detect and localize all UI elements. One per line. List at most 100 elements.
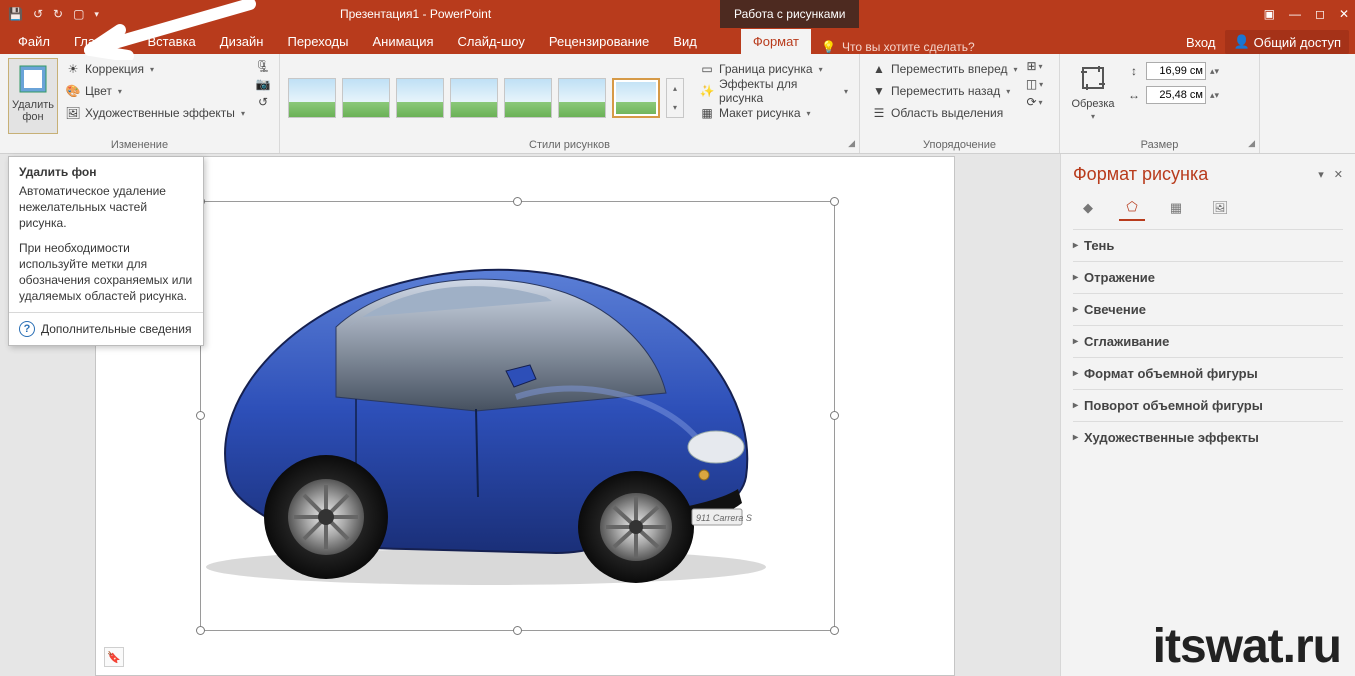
artistic-effects-button[interactable]: 🖼Художественные эффекты xyxy=(62,102,248,124)
corrections-icon: ☀ xyxy=(65,61,81,77)
width-input[interactable] xyxy=(1146,86,1206,104)
ribbon-options-icon[interactable]: ▣ xyxy=(1264,7,1275,21)
car-image[interactable]: 911 Carrera S xyxy=(156,197,796,597)
border-icon: ▭ xyxy=(699,61,715,77)
help-icon: ? xyxy=(19,321,35,337)
svg-text:911 Carrera S: 911 Carrera S xyxy=(696,513,752,523)
selection-pane-button[interactable]: ☰Область выделения xyxy=(868,102,1021,124)
crop-icon xyxy=(1075,60,1111,96)
styles-dialog-launcher[interactable]: ◢ xyxy=(848,138,855,149)
resize-handle[interactable] xyxy=(513,626,522,635)
accordion-item[interactable]: Поворот объемной фигуры xyxy=(1073,389,1343,421)
picture-effects-button[interactable]: ✨Эффекты для рисунка xyxy=(696,80,851,102)
pane-category-tabs: ◆ ⬠ ▦ 🖼 xyxy=(1075,195,1343,221)
tab-insert[interactable]: Вставка xyxy=(135,29,207,54)
tab-design[interactable]: Дизайн xyxy=(208,29,276,54)
height-input[interactable] xyxy=(1146,62,1206,80)
change-picture-icon[interactable]: 📷 xyxy=(255,76,271,92)
style-thumb[interactable] xyxy=(450,78,498,118)
window-title: Презентация1 - PowerPoint xyxy=(340,7,491,21)
picture-layout-button[interactable]: ▦Макет рисунка xyxy=(696,102,851,124)
style-thumb[interactable] xyxy=(612,78,660,118)
quick-access-toolbar: 💾 ↺ ↻ ▢ ▾ xyxy=(0,7,99,21)
save-icon[interactable]: 💾 xyxy=(8,7,23,21)
send-backward-button[interactable]: ▼Переместить назад xyxy=(868,80,1021,102)
tab-size-icon[interactable]: ▦ xyxy=(1163,195,1189,221)
rotate-button[interactable]: ⟳ xyxy=(1027,94,1043,110)
tab-view[interactable]: Вид xyxy=(661,29,709,54)
group-objects-button[interactable]: ◫ xyxy=(1027,76,1043,92)
gallery-more-button[interactable]: ▴▾ xyxy=(666,78,684,118)
compress-icon[interactable]: 🗜 xyxy=(255,58,271,74)
accordion-item[interactable]: Художественные эффекты xyxy=(1073,421,1343,453)
accordion-item[interactable]: Сглаживание xyxy=(1073,325,1343,357)
share-button[interactable]: 👤 Общий доступ xyxy=(1225,30,1349,54)
redo-icon[interactable]: ↻ xyxy=(53,7,63,21)
resize-handle[interactable] xyxy=(196,626,205,635)
height-icon: ↕ xyxy=(1126,63,1142,79)
crop-button[interactable]: Обрезка ▾ xyxy=(1068,58,1118,121)
layout-icon: ▦ xyxy=(699,105,715,121)
accordion-item[interactable]: Отражение xyxy=(1073,261,1343,293)
align-button[interactable]: ⊞ xyxy=(1027,58,1043,74)
remove-bg-tooltip: Удалить фон Автоматическое удаление неже… xyxy=(8,156,204,346)
corrections-button[interactable]: ☀Коррекция xyxy=(62,58,248,80)
format-picture-pane: Формат рисунка ▾✕ ◆ ⬠ ▦ 🖼 Тень Отражение… xyxy=(1060,154,1355,676)
slide-notes-icon[interactable]: 🔖 xyxy=(104,647,124,667)
style-thumb[interactable] xyxy=(288,78,336,118)
pane-close-icon[interactable]: ✕ xyxy=(1334,168,1343,181)
undo-icon[interactable]: ↺ xyxy=(33,7,43,21)
color-button[interactable]: 🎨Цвет xyxy=(62,80,248,102)
group-arrange-label: Упорядочение xyxy=(860,139,1059,151)
slide-canvas[interactable]: ⟳ xyxy=(95,156,955,676)
remove-background-button[interactable]: Удалить фон xyxy=(8,58,58,134)
watermark-text: itswat.ru xyxy=(1153,619,1341,674)
tab-animation[interactable]: Анимация xyxy=(360,29,445,54)
style-thumb[interactable] xyxy=(396,78,444,118)
reset-picture-icon[interactable]: ↺ xyxy=(255,94,271,110)
minimize-icon[interactable]: — xyxy=(1289,7,1301,21)
resize-handle[interactable] xyxy=(830,197,839,206)
send-back-icon: ▼ xyxy=(871,83,887,99)
tab-slideshow[interactable]: Слайд-шоу xyxy=(446,29,537,54)
tooltip-body-2: При необходимости используйте метки для … xyxy=(9,240,203,313)
resize-handle[interactable] xyxy=(830,626,839,635)
accordion-item[interactable]: Формат объемной фигуры xyxy=(1073,357,1343,389)
signin-link[interactable]: Вход xyxy=(1186,35,1215,50)
tab-transitions[interactable]: Переходы xyxy=(275,29,360,54)
maximize-icon[interactable]: ◻ xyxy=(1315,7,1325,21)
width-icon: ↔ xyxy=(1126,87,1142,103)
style-thumb[interactable] xyxy=(342,78,390,118)
effects-icon: ✨ xyxy=(699,83,715,99)
tooltip-more-link[interactable]: ? Дополнительные сведения xyxy=(9,313,203,345)
tooltip-title: Удалить фон xyxy=(9,157,203,183)
style-thumb[interactable] xyxy=(504,78,552,118)
pane-options-icon[interactable]: ▾ xyxy=(1318,168,1324,181)
group-arrange: ▲Переместить вперед ▼Переместить назад ☰… xyxy=(860,54,1060,153)
ribbon-tabs: Файл Главная Вставка Дизайн Переходы Ани… xyxy=(0,28,1355,54)
picture-styles-gallery[interactable]: ▴▾ xyxy=(288,58,684,134)
close-icon[interactable]: ✕ xyxy=(1339,7,1349,21)
size-dialog-launcher[interactable]: ◢ xyxy=(1248,138,1255,149)
tab-fill-icon[interactable]: ◆ xyxy=(1075,195,1101,221)
style-thumb[interactable] xyxy=(558,78,606,118)
color-icon: 🎨 xyxy=(65,83,81,99)
tooltip-body-1: Автоматическое удаление нежелательных ча… xyxy=(9,183,203,240)
group-styles-label: Стили рисунков xyxy=(280,139,859,151)
tab-home[interactable]: Главная xyxy=(62,29,135,54)
window-controls: ▣ — ◻ ✕ xyxy=(1264,7,1349,21)
tab-file[interactable]: Файл xyxy=(6,29,62,54)
startshow-icon[interactable]: ▢ xyxy=(73,7,84,21)
tell-me[interactable]: 💡 Что вы хотите сделать? xyxy=(811,40,975,54)
group-change: Удалить фон ☀Коррекция 🎨Цвет 🖼Художестве… xyxy=(0,54,280,153)
tab-review[interactable]: Рецензирование xyxy=(537,29,661,54)
bring-forward-button[interactable]: ▲Переместить вперед xyxy=(868,58,1021,80)
selection-icon: ☰ xyxy=(871,105,887,121)
tab-effects-icon[interactable]: ⬠ xyxy=(1119,195,1145,221)
tab-format[interactable]: Формат xyxy=(741,29,811,54)
tab-picture-icon[interactable]: 🖼 xyxy=(1207,195,1233,221)
accordion-item[interactable]: Свечение xyxy=(1073,293,1343,325)
qat-more-icon[interactable]: ▾ xyxy=(94,9,99,20)
accordion-item[interactable]: Тень xyxy=(1073,229,1343,261)
resize-handle[interactable] xyxy=(830,411,839,420)
